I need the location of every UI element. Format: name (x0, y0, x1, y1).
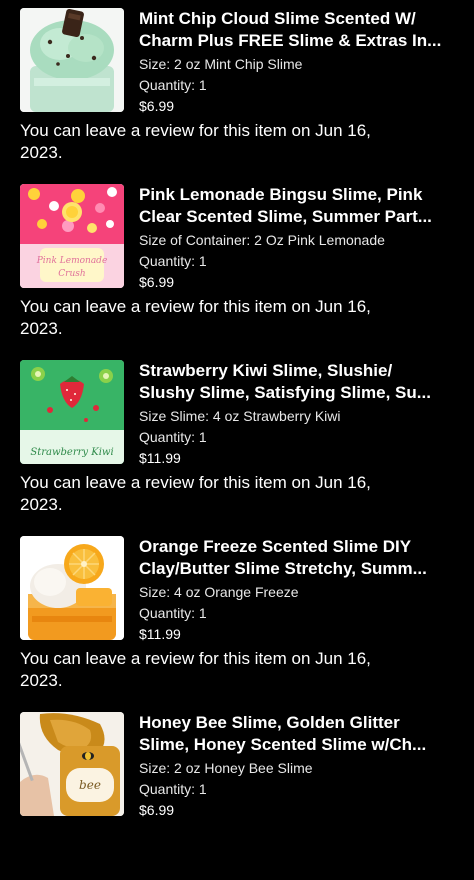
item-title-line1: Pink Lemonade Bingsu Slime, Pink (139, 185, 423, 204)
item-title-line2: Clear Scented Slime, Summer Part... (139, 207, 432, 226)
item-title-line2: Slime, Honey Scented Slime w/Ch... (139, 735, 427, 754)
honey-bee-slime-photo-icon: bee (20, 712, 124, 816)
item-quantity: Quantity: 1 (139, 429, 207, 445)
item-price: $6.99 (139, 802, 175, 818)
item-price: $11.99 (139, 450, 181, 466)
order-item: Pink Lemonade Crush Pink Lemonade Bingsu… (0, 176, 474, 352)
review-text-line2: 2023. (20, 143, 63, 162)
order-item: Strawberry Kiwi Strawberry Kiwi Slime, S… (0, 352, 474, 528)
order-item: bee Honey Bee Slime, Golden Glitter Slim… (0, 704, 474, 880)
pink-lemonade-slime-photo-icon: Pink Lemonade Crush (20, 184, 124, 288)
item-price: $11.99 (139, 626, 181, 642)
item-title[interactable]: Orange Freeze Scented Slime DIY Clay/But… (139, 536, 457, 580)
item-price: $6.99 (139, 274, 175, 290)
item-price: $6.99 (139, 98, 175, 114)
svg-text:Crush: Crush (58, 269, 85, 279)
item-title-line1: Orange Freeze Scented Slime DIY (139, 537, 412, 556)
item-variant: Size: 2 oz Mint Chip Slime (139, 56, 303, 72)
review-text-line1: You can leave a review for this item on … (20, 121, 371, 140)
item-title-line2: Slushy Slime, Satisfying Slime, Su... (139, 383, 431, 402)
review-text-line2: 2023. (20, 671, 63, 690)
item-title[interactable]: Honey Bee Slime, Golden Glitter Slime, H… (139, 712, 457, 756)
review-availability-text: You can leave a review for this item on … (20, 120, 460, 164)
item-thumbnail[interactable]: Strawberry Kiwi (20, 360, 124, 464)
item-title-line1: Strawberry Kiwi Slime, Slushie/ (139, 361, 393, 380)
item-title[interactable]: Pink Lemonade Bingsu Slime, Pink Clear S… (139, 184, 457, 228)
review-availability-text: You can leave a review for this item on … (20, 472, 460, 516)
item-quantity: Quantity: 1 (139, 253, 207, 269)
review-availability-text: You can leave a review for this item on … (20, 296, 460, 340)
item-title-line2: Clay/Butter Slime Stretchy, Summ... (139, 559, 427, 578)
item-variant: Size: 2 oz Honey Bee Slime (139, 760, 313, 776)
item-title-line1: Mint Chip Cloud Slime Scented W/ (139, 9, 416, 28)
item-quantity: Quantity: 1 (139, 781, 207, 797)
review-text-line1: You can leave a review for this item on … (20, 473, 371, 492)
review-text-line1: You can leave a review for this item on … (20, 297, 371, 316)
item-variant: Size of Container: 2 Oz Pink Lemonade (139, 232, 385, 248)
review-text-line2: 2023. (20, 495, 63, 514)
svg-text:Pink Lemonade: Pink Lemonade (36, 256, 108, 266)
item-variant: Size: 4 oz Orange Freeze (139, 584, 299, 600)
review-text-line1: You can leave a review for this item on … (20, 649, 371, 668)
svg-text:bee: bee (79, 778, 101, 792)
mint-chip-slime-photo-icon (20, 8, 124, 112)
order-item: Mint Chip Cloud Slime Scented W/ Charm P… (0, 0, 474, 176)
item-thumbnail[interactable] (20, 536, 124, 640)
item-quantity: Quantity: 1 (139, 605, 207, 621)
item-title-line2: Charm Plus FREE Slime & Extras In... (139, 31, 442, 50)
item-thumbnail[interactable]: Pink Lemonade Crush (20, 184, 124, 288)
orange-freeze-slime-photo-icon (20, 536, 124, 640)
item-title[interactable]: Mint Chip Cloud Slime Scented W/ Charm P… (139, 8, 457, 52)
svg-text:Strawberry Kiwi: Strawberry Kiwi (30, 447, 113, 458)
item-quantity: Quantity: 1 (139, 77, 207, 93)
item-thumbnail[interactable]: bee (20, 712, 124, 816)
item-title[interactable]: Strawberry Kiwi Slime, Slushie/ Slushy S… (139, 360, 457, 404)
item-title-line1: Honey Bee Slime, Golden Glitter (139, 713, 400, 732)
strawberry-kiwi-slime-photo-icon: Strawberry Kiwi (20, 360, 124, 464)
item-variant: Size Slime: 4 oz Strawberry Kiwi (139, 408, 341, 424)
review-text-line2: 2023. (20, 319, 63, 338)
order-item: Orange Freeze Scented Slime DIY Clay/But… (0, 528, 474, 704)
review-availability-text: You can leave a review for this item on … (20, 648, 460, 692)
item-thumbnail[interactable] (20, 8, 124, 112)
